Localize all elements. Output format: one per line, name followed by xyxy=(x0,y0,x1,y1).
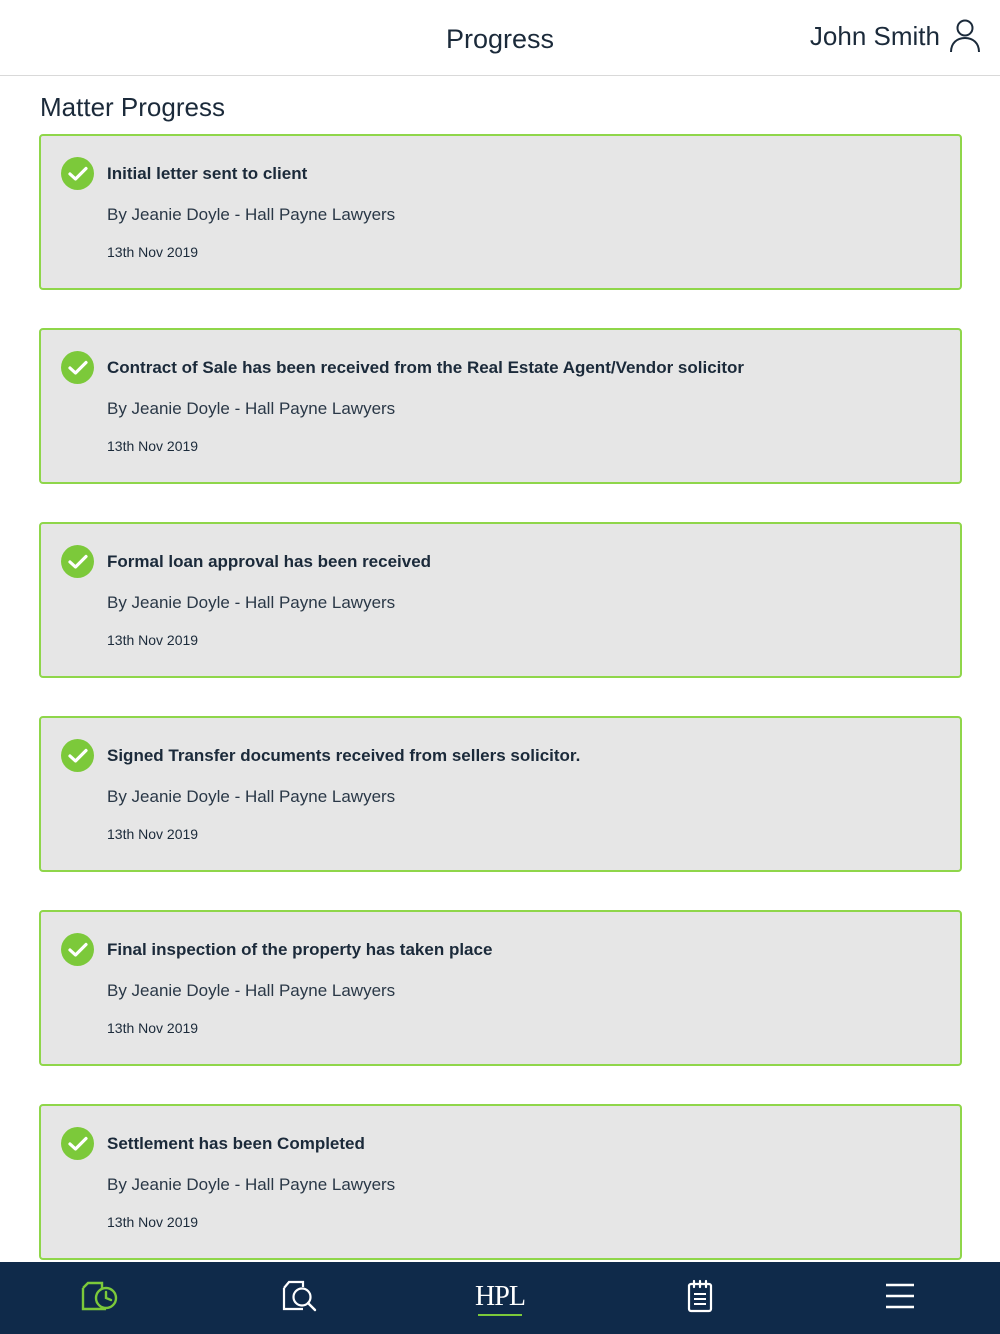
progress-author: By Jeanie Doyle - Hall Payne Lawyers xyxy=(107,1175,396,1194)
check-icon xyxy=(61,1127,94,1160)
progress-icon xyxy=(80,1280,120,1317)
search-document-icon xyxy=(281,1279,319,1318)
progress-date: 13th Nov 2019 xyxy=(107,1214,199,1230)
user-icon[interactable] xyxy=(948,18,982,54)
nav-progress-button[interactable] xyxy=(70,1273,130,1323)
progress-title: Settlement has been Completed xyxy=(107,1134,365,1153)
progress-author: By Jeanie Doyle - Hall Payne Lawyers xyxy=(107,593,396,612)
progress-card: Initial letter sent to client By Jeanie … xyxy=(39,134,962,290)
progress-list: Initial letter sent to client By Jeanie … xyxy=(39,134,962,1298)
logo-underline xyxy=(478,1313,522,1316)
check-icon xyxy=(61,933,94,966)
hpl-logo: HPL xyxy=(475,1280,526,1316)
progress-card: Formal loan approval has been received B… xyxy=(39,522,962,678)
progress-title: Signed Transfer documents received from … xyxy=(107,746,581,765)
bottom-nav-bar: HPL xyxy=(0,1262,1000,1334)
progress-card: Contract of Sale has been received from … xyxy=(39,328,962,484)
user-name: John Smith xyxy=(809,20,940,51)
progress-title: Final inspection of the property has tak… xyxy=(107,940,493,959)
progress-date: 13th Nov 2019 xyxy=(107,244,199,260)
check-icon xyxy=(61,545,94,578)
top-bar: Progress John Smith xyxy=(0,0,1000,76)
section-title: Matter Progress xyxy=(40,92,225,122)
progress-author: By Jeanie Doyle - Hall Payne Lawyers xyxy=(107,399,396,418)
progress-title: Contract of Sale has been received from … xyxy=(107,358,745,377)
progress-card: Settlement has been Completed By Jeanie … xyxy=(39,1104,962,1260)
progress-card: Signed Transfer documents received from … xyxy=(39,716,962,872)
progress-date: 13th Nov 2019 xyxy=(107,826,199,842)
check-icon xyxy=(61,739,94,772)
progress-date: 13th Nov 2019 xyxy=(107,438,199,454)
check-icon xyxy=(61,351,94,384)
check-icon xyxy=(61,157,94,190)
progress-card: Final inspection of the property has tak… xyxy=(39,910,962,1066)
user-profile[interactable]: John Smith xyxy=(810,18,982,54)
nav-notes-button[interactable] xyxy=(670,1273,730,1323)
hpl-logo-text: HPL xyxy=(475,1280,526,1312)
progress-date: 13th Nov 2019 xyxy=(107,1020,199,1036)
menu-icon xyxy=(885,1282,915,1315)
progress-author: By Jeanie Doyle - Hall Payne Lawyers xyxy=(107,787,396,806)
nav-documents-button[interactable] xyxy=(270,1273,330,1323)
notepad-icon xyxy=(687,1279,713,1318)
nav-home-button[interactable]: HPL xyxy=(470,1273,530,1323)
nav-menu-button[interactable] xyxy=(870,1273,930,1323)
progress-author: By Jeanie Doyle - Hall Payne Lawyers xyxy=(107,205,396,224)
progress-title: Initial letter sent to client xyxy=(107,164,308,183)
progress-date: 13th Nov 2019 xyxy=(107,632,199,648)
progress-title: Formal loan approval has been received xyxy=(107,552,432,571)
progress-author: By Jeanie Doyle - Hall Payne Lawyers xyxy=(107,981,396,1000)
